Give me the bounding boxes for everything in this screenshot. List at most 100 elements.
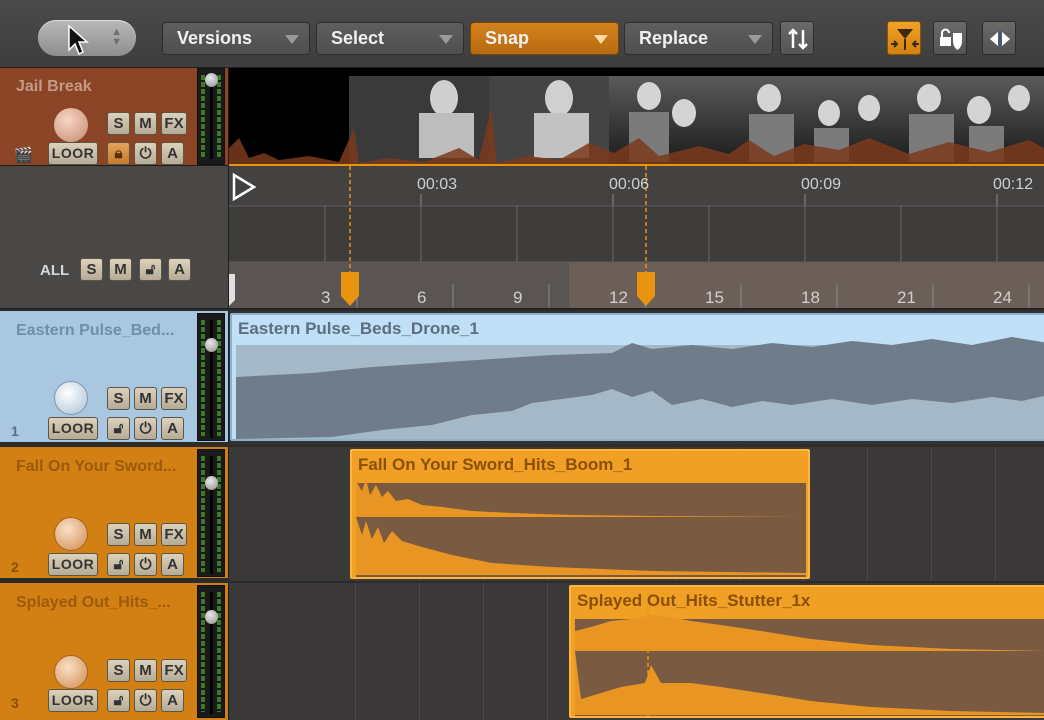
automation-button[interactable]: A xyxy=(161,689,184,712)
solo-button[interactable]: S xyxy=(107,112,130,135)
fx-button[interactable]: FX xyxy=(161,659,187,682)
video-frames xyxy=(229,76,1044,164)
waveform xyxy=(236,337,1044,439)
time-label: 00:09 xyxy=(801,176,842,193)
master-header: ALL S M 🔓︎ A xyxy=(0,166,229,309)
toolbar: ▲ ▼ Versions Select Snap Replace xyxy=(0,0,1044,68)
volume-knob[interactable] xyxy=(54,381,88,415)
audio-region[interactable]: Eastern Pulse_Beds_Drone_1 xyxy=(230,313,1044,441)
beat-label: 3 xyxy=(321,288,331,307)
nudge-button[interactable] xyxy=(982,21,1016,55)
chevron-down-icon xyxy=(748,35,762,44)
loop-button[interactable]: LOOR xyxy=(48,417,98,440)
beat-label: 9 xyxy=(513,288,523,307)
time-label: 00:12 xyxy=(993,176,1034,193)
time-label: 00:03 xyxy=(417,176,458,193)
track-name: Splayed Out_Hits_... xyxy=(16,594,171,611)
loop-button[interactable]: LOOR xyxy=(48,553,98,576)
audio-region[interactable]: Fall On Your Sword_Hits_Boom_1 xyxy=(350,449,810,579)
left-right-arrows-icon xyxy=(990,30,1010,48)
lock-icon[interactable]: 🔓︎ xyxy=(107,689,130,712)
snap-marker-button[interactable] xyxy=(887,21,921,55)
volume-fader[interactable] xyxy=(205,73,218,87)
mute-button[interactable]: M xyxy=(134,387,157,410)
automation-button[interactable]: A xyxy=(161,553,184,576)
master-label: ALL xyxy=(40,262,70,279)
versions-label: Versions xyxy=(177,28,253,48)
volume-fader[interactable] xyxy=(205,610,218,624)
swap-button[interactable] xyxy=(780,21,814,55)
automation-all-button[interactable]: A xyxy=(168,258,191,281)
mute-all-button[interactable]: M xyxy=(109,258,132,281)
power-icon[interactable]: ⏻ xyxy=(134,689,157,712)
lock-button[interactable] xyxy=(933,21,967,55)
level-meter xyxy=(197,68,225,165)
fx-button[interactable]: FX xyxy=(161,112,187,135)
track-number: 1 xyxy=(11,423,19,439)
lock-icon[interactable]: 🔒︎ xyxy=(107,142,130,165)
fx-button[interactable]: FX xyxy=(161,387,187,410)
versions-dropdown[interactable]: Versions xyxy=(162,22,310,55)
solo-button[interactable]: S xyxy=(107,659,130,682)
select-dropdown[interactable]: Select xyxy=(316,22,464,55)
play-icon[interactable] xyxy=(231,172,257,202)
volume-knob[interactable] xyxy=(54,517,88,551)
snap-label: Snap xyxy=(485,28,530,48)
mute-button[interactable]: M xyxy=(134,659,157,682)
volume-fader[interactable] xyxy=(205,338,218,352)
loop-button[interactable]: LOOR xyxy=(48,689,98,712)
loop-button[interactable]: LOOR xyxy=(48,142,98,165)
lock-icon[interactable]: 🔓︎ xyxy=(107,553,130,576)
timeline-ruler[interactable]: 00:03 00:06 00:09 00:12 3 6 9 12 15 18 2… xyxy=(229,166,1044,309)
time-label: 00:06 xyxy=(609,176,650,193)
waveform xyxy=(575,607,1044,716)
swap-arrows-icon xyxy=(788,28,808,50)
chevron-down-icon xyxy=(285,35,299,44)
pointer-icon xyxy=(68,24,89,56)
beat-label: 6 xyxy=(417,288,427,307)
lock-all-icon[interactable]: 🔓︎ xyxy=(139,258,162,281)
beat-label: 15 xyxy=(705,288,724,307)
track-header-1[interactable]: Eastern Pulse_Bed... S M FX 1 LOOR 🔓︎ ⏻ … xyxy=(0,311,229,445)
volume-fader[interactable] xyxy=(205,476,218,490)
power-icon[interactable]: ⏻ xyxy=(134,417,157,440)
video-track-name: Jail Break xyxy=(16,78,92,95)
track-header-3[interactable]: Splayed Out_Hits_... S M FX 3 LOOR 🔓︎ ⏻ … xyxy=(0,583,229,720)
power-icon[interactable]: ⏻ xyxy=(134,142,157,165)
replace-label: Replace xyxy=(639,28,709,48)
snap-dropdown[interactable]: Snap xyxy=(470,22,619,55)
funnel-marker-icon xyxy=(891,29,919,50)
power-icon[interactable]: ⏻ xyxy=(134,553,157,576)
lock-icon[interactable]: 🔓︎ xyxy=(107,417,130,440)
chevron-updown-icon: ▲ ▼ xyxy=(111,26,122,48)
level-meter xyxy=(197,585,225,718)
automation-button[interactable]: A xyxy=(161,142,184,165)
track-number: 3 xyxy=(11,695,19,711)
automation-button[interactable]: A xyxy=(161,417,184,440)
solo-button[interactable]: S xyxy=(107,523,130,546)
track-number: 2 xyxy=(11,559,19,575)
track-header-2[interactable]: Fall On Your Sword... S M FX 2 LOOR 🔓︎ ⏻… xyxy=(0,447,229,581)
beat-label: 24 xyxy=(993,288,1012,307)
chevron-down-icon xyxy=(594,35,608,44)
solo-all-button[interactable]: S xyxy=(80,258,103,281)
beat-label: 18 xyxy=(801,288,820,307)
track-name: Fall On Your Sword... xyxy=(16,458,177,475)
volume-knob[interactable] xyxy=(54,655,88,689)
tool-selector[interactable]: ▲ ▼ xyxy=(38,20,136,56)
audio-region[interactable]: Splayed Out_Hits_Stutter_1x xyxy=(569,585,1044,718)
chevron-down-icon xyxy=(439,35,453,44)
replace-dropdown[interactable]: Replace xyxy=(624,22,773,55)
mute-button[interactable]: M xyxy=(134,523,157,546)
select-label: Select xyxy=(331,28,385,48)
lock-shield-icon xyxy=(940,28,962,50)
track-name: Eastern Pulse_Bed... xyxy=(16,322,175,339)
video-track-header[interactable]: Jail Break S M FX 🎬 LOOR 🔒︎ ⏻ A xyxy=(0,68,229,166)
waveform xyxy=(356,479,806,577)
solo-button[interactable]: S xyxy=(107,387,130,410)
mute-button[interactable]: M xyxy=(134,112,157,135)
volume-knob[interactable] xyxy=(54,108,88,142)
fx-button[interactable]: FX xyxy=(161,523,187,546)
beat-label: 12 xyxy=(609,288,628,307)
video-thumbnail-strip xyxy=(229,68,1044,166)
